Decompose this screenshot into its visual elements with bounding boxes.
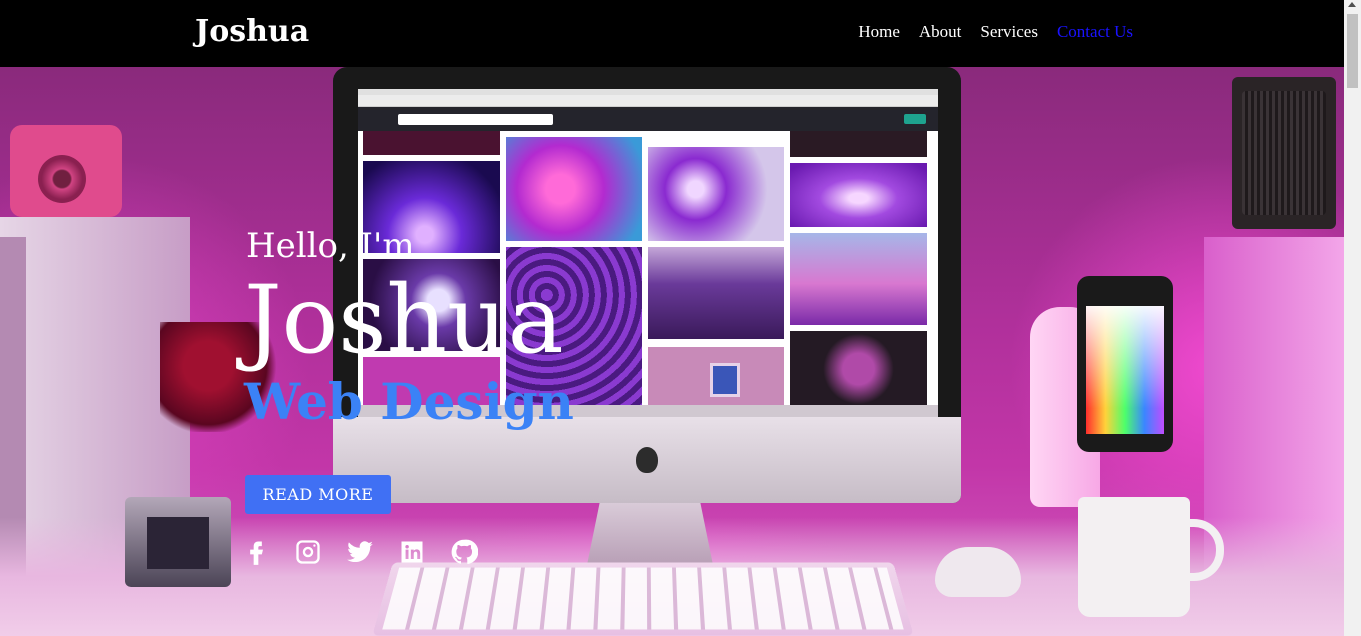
social-links [242, 537, 479, 567]
scroll-up-arrow-icon[interactable] [1348, 2, 1356, 7]
linkedin-icon[interactable] [398, 537, 426, 567]
background-camera [10, 125, 122, 217]
background-phone [1077, 276, 1173, 452]
twitter-icon[interactable] [346, 537, 374, 567]
background-mug [1078, 497, 1224, 617]
background-candle [125, 497, 231, 587]
page-scrollbar[interactable] [1344, 0, 1361, 636]
facebook-icon[interactable] [242, 537, 270, 567]
scrollbar-thumb[interactable] [1347, 14, 1358, 88]
background-speaker [1232, 77, 1336, 229]
github-icon[interactable] [450, 537, 479, 567]
nav-link-services[interactable]: Services [980, 22, 1038, 42]
read-more-button[interactable]: READ MORE [245, 475, 391, 514]
apple-logo-icon [636, 447, 658, 473]
hero-section [0, 67, 1344, 636]
top-navbar: Joshua Home About Services Contact Us [0, 0, 1344, 67]
nav-link-home[interactable]: Home [858, 22, 900, 42]
nav-link-contact[interactable]: Contact Us [1057, 22, 1133, 42]
background-mouse [935, 547, 1021, 597]
hero-greeting: Hello, I'm [246, 226, 415, 266]
instagram-icon[interactable] [294, 537, 322, 567]
brand-logo[interactable]: Joshua [195, 14, 309, 49]
monitor-stand [587, 503, 713, 565]
background-keyboard [372, 562, 914, 636]
hero-role: Web Design [244, 372, 574, 431]
main-nav: Home About Services Contact Us [858, 22, 1133, 42]
nav-link-about[interactable]: About [919, 22, 962, 42]
hero-name: Joshua [244, 266, 564, 375]
